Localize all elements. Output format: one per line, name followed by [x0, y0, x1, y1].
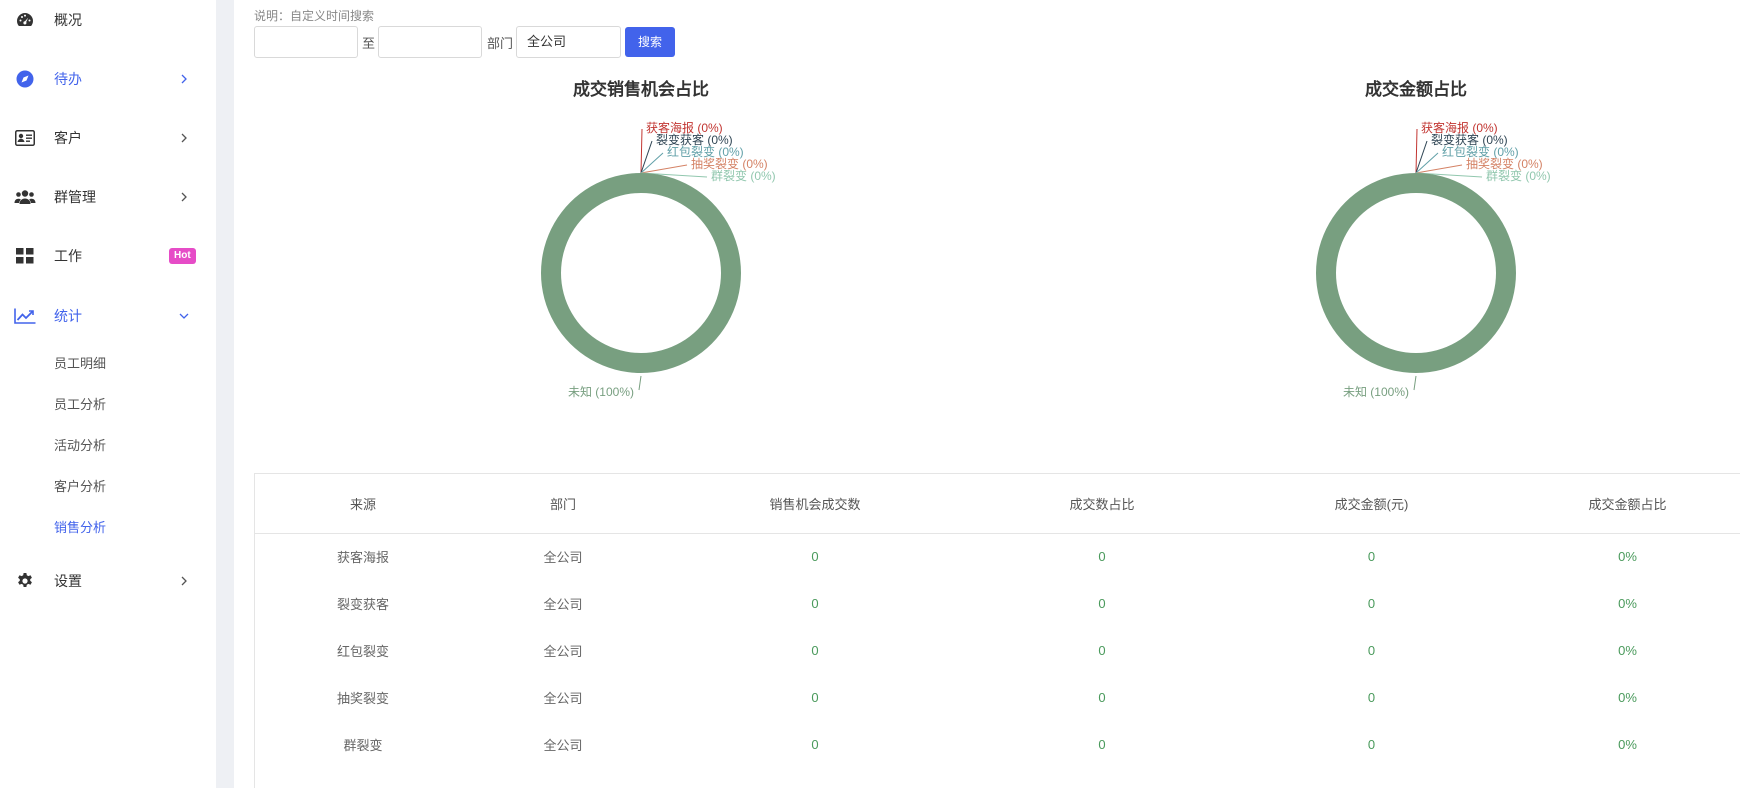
table-header-cell: 销售机会成交数 [655, 474, 975, 534]
hot-badge: Hot [169, 248, 196, 264]
table-cell-amount: 0 [1367, 690, 1376, 705]
opportunity-slice-5[interactable] [540, 173, 741, 373]
table-cell-source: 抽奖裂变 [336, 691, 389, 706]
amount-leader-line [1413, 375, 1417, 391]
users-icon [14, 186, 36, 208]
contact-card-icon [14, 127, 36, 149]
table-cell-dept: 全公司 [543, 691, 583, 706]
chart-title-opportunity: 成交销售机会占比 [573, 80, 709, 99]
table-cell-count: 0 [811, 690, 819, 705]
table-cell-amount-ratio: 0% [1618, 596, 1637, 611]
sidebar-item-label: 待办 [54, 71, 82, 87]
dept-label: 部门 [487, 36, 514, 51]
table-cell-count-ratio: 0 [1098, 643, 1106, 658]
sidebar-item-group-management[interactable]: 群管理 [0, 177, 216, 217]
table-cell-count: 0 [811, 737, 819, 752]
sidebar-subitem-employee-detail[interactable]: 员工明细 [54, 353, 106, 372]
chevron-right-icon [178, 132, 190, 144]
opportunity-donut-chart: 获客海报 (0%)裂变获客 (0%)红包裂变 (0%)抽奖裂变 (0%)群裂变 … [540, 120, 776, 399]
table-row: 抽奖裂变 全公司 0 0 0 0% [255, 674, 1740, 721]
table-row: 红包裂变 全公司 0 0 0 0% [255, 627, 1740, 674]
sidebar-item-label: 设置 [54, 573, 82, 589]
chevron-right-icon [178, 191, 190, 203]
amount-slice-label: 群裂变 (0%) [1486, 168, 1551, 183]
sidebar-item-label: 群管理 [54, 189, 96, 205]
table-cell-amount-ratio: 0% [1618, 549, 1637, 565]
table-cell-amount: 0 [1367, 643, 1376, 658]
compass-icon [14, 68, 36, 90]
sidebar-item-customer[interactable]: 客户 [0, 118, 216, 158]
chart-title-amount: 成交金额占比 [1365, 80, 1467, 99]
trend-chart-icon [14, 305, 36, 327]
sidebar-subitem-sales-analysis[interactable]: 销售分析 [54, 517, 106, 536]
table-header-cell: 成交金额占比 [1514, 474, 1740, 534]
table-cell-dept: 全公司 [543, 597, 583, 612]
sidebar-item-statistics[interactable]: 统计 [0, 296, 216, 336]
table-cell-count-ratio: 0 [1098, 690, 1106, 705]
search-hint: 说明：自定义时间搜索 [254, 9, 375, 23]
sidebar-item-label: 工作 [54, 248, 82, 264]
table-cell-dept: 全公司 [543, 738, 583, 753]
table-header-row: 来源 部门 销售机会成交数 成交数占比 成交金额(元) 成交金额占比 [255, 474, 1740, 534]
chevron-right-icon [178, 73, 190, 85]
dept-select[interactable]: 全公司 [516, 26, 621, 58]
to-label: 至 [362, 36, 376, 51]
table-row: 裂变获客 全公司 0 0 0 0% [255, 580, 1740, 627]
end-date-input[interactable] [378, 26, 482, 58]
table-cell-amount: 0 [1367, 596, 1376, 611]
table-cell-count-ratio: 0 [1098, 596, 1106, 611]
sidebar-item-settings[interactable]: 设置 [0, 561, 216, 601]
table-row: 群裂变 全公司 0 0 0 0% [255, 721, 1740, 768]
chevron-right-icon [178, 575, 190, 587]
opportunity-slice-label: 未知 (100%) [568, 385, 634, 399]
sidebar-item-label: 概况 [54, 12, 82, 28]
table-cell-count-ratio: 0 [1098, 737, 1106, 752]
table-cell-source: 获客海报 [336, 550, 389, 566]
table-cell-count: 0 [811, 643, 819, 658]
table-cell-count-ratio: 0 [1098, 549, 1106, 565]
sales-table: 来源 部门 销售机会成交数 成交数占比 成交金额(元) 成交金额占比 获客海报 … [254, 473, 1740, 788]
amount-slice-5[interactable] [1315, 173, 1516, 373]
table-header-cell: 成交数占比 [975, 474, 1229, 534]
table-cell-amount-ratio: 0% [1618, 737, 1637, 752]
table-cell-count: 0 [811, 549, 819, 565]
table-header-cell: 来源 [255, 474, 471, 534]
table-cell-source: 红包裂变 [336, 644, 389, 659]
amount-leader-line [1415, 128, 1418, 174]
sidebar-item-overview[interactable]: 概况 [0, 0, 216, 40]
dashboard-icon [14, 9, 36, 31]
amount-slice-label: 未知 (100%) [1343, 385, 1409, 399]
table-cell-source: 裂变获客 [336, 597, 389, 612]
table-cell-source: 群裂变 [343, 738, 383, 753]
sidebar-item-todo[interactable]: 待办 [0, 59, 216, 99]
search-button[interactable]: 搜索 [625, 27, 675, 57]
amount-donut-chart: 获客海报 (0%)裂变获客 (0%)红包裂变 (0%)抽奖裂变 (0%)群裂变 … [1315, 120, 1551, 399]
opportunity-leader-line [638, 375, 642, 391]
table-cell-dept: 全公司 [543, 550, 583, 566]
sidebar-subitem-activity-analysis[interactable]: 活动分析 [54, 435, 106, 454]
table-cell-amount: 0 [1367, 737, 1376, 752]
sidebar-item-label: 统计 [54, 308, 82, 324]
sidebar-subitem-employee-analysis[interactable]: 员工分析 [54, 394, 106, 413]
table-row: 获客海报 全公司 0 0 0 0% [255, 533, 1740, 580]
gear-icon [14, 570, 36, 592]
table-cell-amount: 0 [1367, 549, 1376, 565]
sidebar-subitem-customer-analysis[interactable]: 客户分析 [54, 476, 106, 495]
table-cell-amount-ratio: 0% [1618, 643, 1637, 658]
sidebar-item-work[interactable]: 工作 Hot [0, 236, 216, 276]
table-cell-dept: 全公司 [543, 644, 583, 659]
sidebar: 概况 待办 客户 群管理 工作 Hot 统计 员工明细 员工分析 活动分析 客户… [0, 0, 216, 788]
opportunity-slice-label: 群裂变 (0%) [711, 168, 776, 183]
sidebar-item-label: 客户 [54, 130, 82, 146]
sidebar-divider [216, 0, 234, 788]
chevron-down-icon [178, 310, 190, 322]
opportunity-leader-line [640, 128, 643, 174]
table-header-cell: 部门 [471, 474, 655, 534]
table-cell-amount-ratio: 0% [1618, 690, 1637, 705]
start-date-input[interactable] [254, 26, 358, 58]
table-cell-count: 0 [811, 596, 819, 611]
grid-icon [14, 245, 36, 267]
table-header-cell: 成交金额(元) [1229, 474, 1514, 534]
